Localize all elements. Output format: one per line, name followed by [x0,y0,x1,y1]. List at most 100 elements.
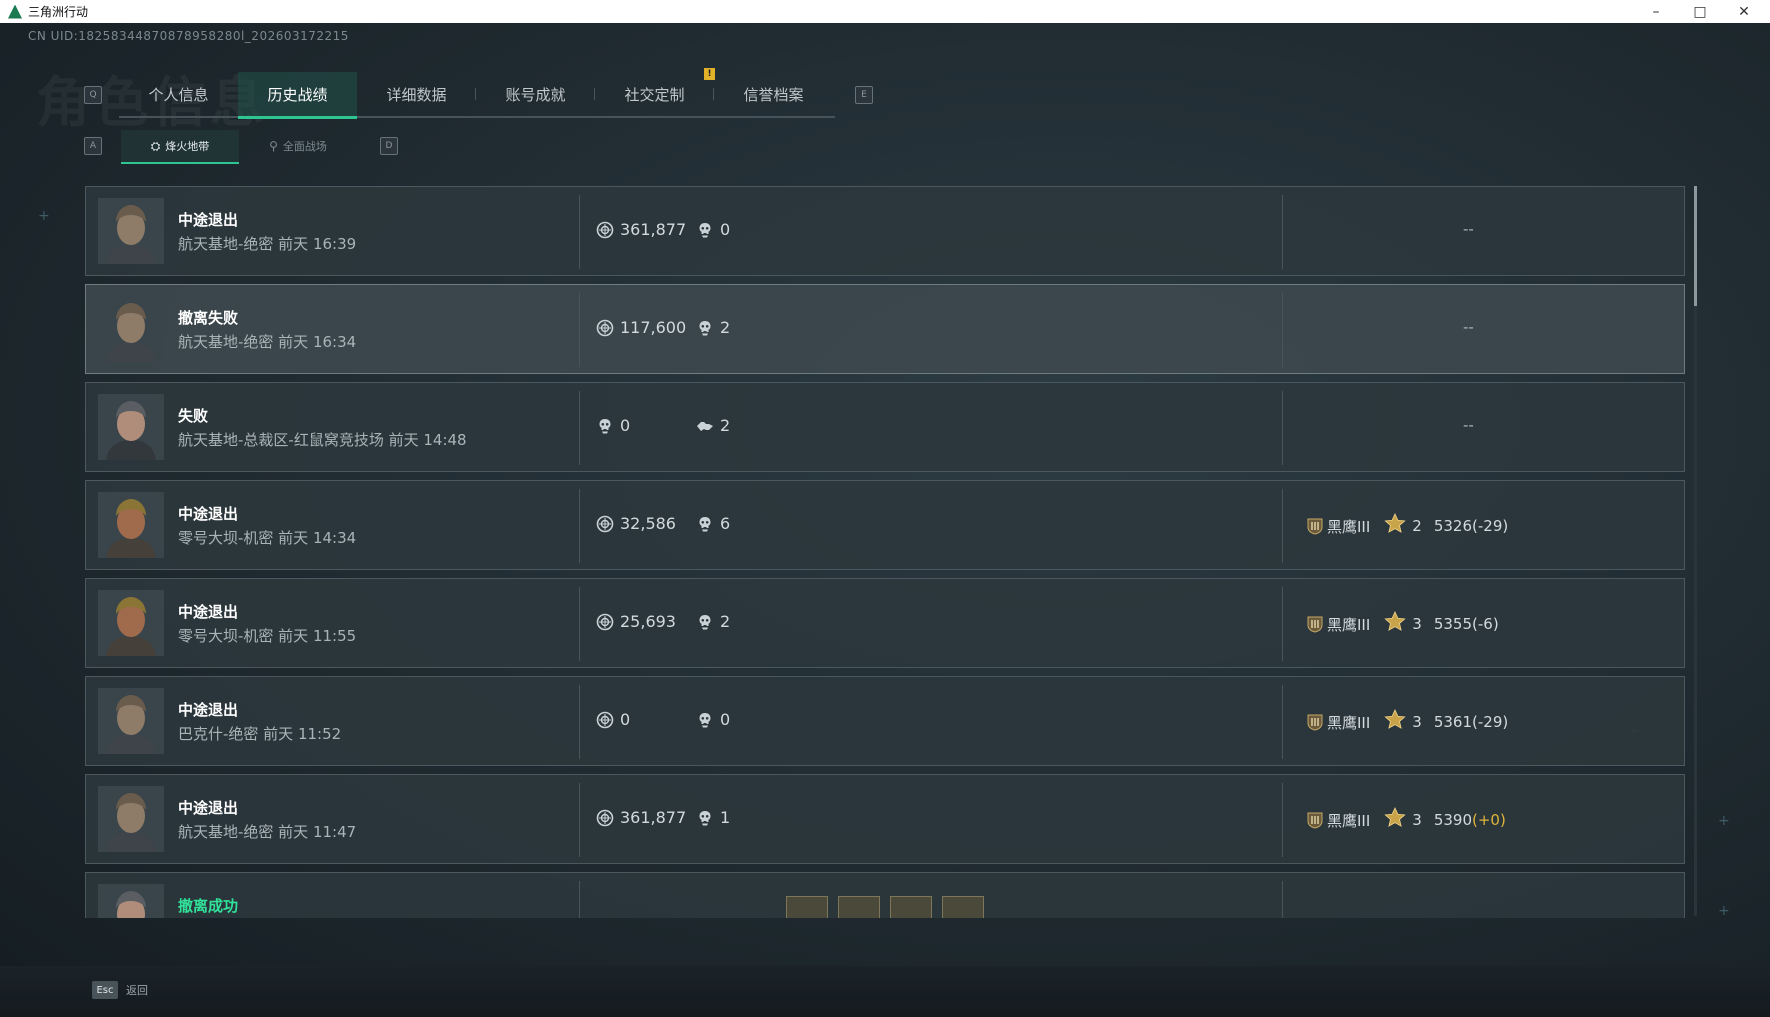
tab-4[interactable]: 社交定制 [595,72,714,116]
minimize-button[interactable]: – [1634,0,1678,23]
operator-avatar [98,688,164,754]
match-record-row[interactable]: 撤离失败 航天基地-绝密 前天 16:34 117,600 2 -- [85,284,1685,374]
rank-stars-count: 3 [1412,713,1422,731]
rank-stars-count: 3 [1412,811,1422,829]
kill-icon [699,810,711,825]
stat-primary-value: 117,600 [620,318,687,337]
stat-primary: 32,586 [596,514,676,533]
reward-badge-icon [838,896,880,918]
back-button[interactable]: Esc 返回 [92,977,148,1003]
column-divider [579,587,580,661]
rank-score: 5326 [1433,517,1473,535]
match-history-list[interactable]: 中途退出 航天基地-绝密 前天 16:39 361,877 0 -- 撤离失败航天基地-绝… [85,186,1685,918]
rank-score: 5390 [1433,811,1473,829]
next-subtab-key-hint[interactable]: D [380,137,398,155]
rank-empty: -- [1463,220,1474,238]
rank-score: 5355 [1433,615,1473,633]
prev-subtab-key-hint[interactable]: A [84,137,102,155]
match-record-row[interactable]: 撤离成功 [85,872,1685,918]
kill-icon [699,712,711,727]
subtab-1[interactable]: ⚲ 全面战场 [239,130,357,162]
rank-info: 黑鹰III 3 5361 (-29) [1305,709,1508,735]
rank-score-delta: (-6) [1472,615,1499,633]
rank-name: 黑鹰III [1327,713,1371,732]
column-divider [579,881,580,918]
match-result: 中途退出 [178,701,239,719]
battlefield-icon: ⚲ [269,139,278,153]
stat-primary: 361,877 [596,220,686,239]
next-tab-key-hint[interactable]: E [855,86,873,104]
prev-tab-key-hint[interactable]: Q [84,86,102,104]
rank-score: 5361 [1433,713,1473,731]
crosshair-icon: + [1718,813,1730,829]
tab-1[interactable]: 历史战绩 [238,72,357,119]
column-divider [579,195,580,269]
tab-label: 历史战绩 [267,85,328,104]
column-divider [1282,391,1283,465]
stat-primary-value: 0 [620,416,631,435]
coin-icon [596,319,614,336]
rank-name: 黑鹰III [1327,517,1371,536]
operator-avatar [98,590,164,656]
column-divider [579,293,580,367]
tab-5[interactable]: 信誉档案 [714,72,833,116]
tab-label: 信誉档案 [743,85,804,104]
match-record-row[interactable]: 中途退出 巴克什-绝密 前天 11:52 0 0 黑鹰III 3 5361 (-29) [85,676,1685,766]
map-and-time: 零号大坝-机密 前天 11:55 [178,627,357,645]
stat-secondary-value: 2 [720,416,731,435]
rank-empty: -- [1463,318,1474,336]
match-record-row[interactable]: 中途退出 航天基地-绝密 前天 11:47 361,877 1 黑鹰III 3 5390 (+… [85,774,1685,864]
rank-stars-count: 3 [1412,615,1422,633]
tab-label: 详细数据 [386,85,447,104]
match-result: 失败 [178,407,209,425]
column-divider [579,685,580,759]
reward-badge-icon [786,896,828,918]
reward-badge-icon [942,896,984,918]
column-divider [1282,489,1283,563]
tab-2[interactable]: 详细数据 [357,72,476,116]
rank-name: 黑鹰III [1327,615,1371,634]
subtab-label: 全面战场 [282,140,327,153]
stat-primary-value: 0 [620,710,631,729]
match-result: 撤离失败 [178,309,239,327]
map-and-time: 航天基地-绝密 前天 11:47 [178,823,357,841]
mode-subtabs: ⛭ 烽火地带 ⚲ 全面战场 [121,130,357,164]
operator-avatar [98,296,164,362]
stat-primary-value: 361,877 [620,220,687,239]
match-record-row[interactable]: 中途退出 零号大坝-机密 前天 14:34 32,586 6 黑鹰III 2 5326 (-2… [85,480,1685,570]
rank-star-icon [1384,807,1406,833]
map-and-time: 零号大坝-机密 前天 14:34 [178,529,357,547]
rank-score-delta: (-29) [1472,517,1509,535]
column-divider [1282,685,1283,759]
esc-key-icon: Esc [92,981,118,999]
tab-0[interactable]: 个人信息 [119,72,238,116]
column-divider [1282,881,1283,918]
rank-info: 黑鹰III 3 5355 (-6) [1305,611,1499,637]
map-and-time: 航天基地-绝密 前天 16:39 [178,235,357,253]
close-button[interactable]: ✕ [1722,0,1766,23]
stat-primary: 361,877 [596,808,686,827]
kill-icon [699,614,711,629]
stat-secondary: 2 [696,318,730,337]
hazard-zone-icon: ⛭ [150,138,161,153]
stat-secondary: 0 [696,220,730,239]
rank-medal-icon [1307,616,1323,633]
window-title: 三角洲行动 [28,5,89,19]
subtab-0[interactable]: ⛭ 烽火地带 [121,130,239,164]
match-record-row[interactable]: 失败 航天基地-总裁区-红鼠窝竞技场 前天 14:48 0 2 -- [85,382,1685,472]
match-record-row[interactable]: 中途退出 零号大坝-机密 前天 11:55 25,693 2 黑鹰III 3 5355 (-6… [85,578,1685,668]
tab-3[interactable]: 账号成就 [476,72,595,116]
footer-bar [0,966,1770,1017]
match-result: 中途退出 [178,603,239,621]
coin-icon [596,515,614,532]
assist-icon [697,421,713,431]
scrollbar-thumb[interactable] [1694,186,1697,306]
rank-name: 黑鹰III [1327,811,1371,830]
maximize-button[interactable]: □ [1678,0,1722,23]
stat-primary-value: 32,586 [620,514,676,533]
subtab-label: 烽火地带 [165,140,210,153]
match-record-row[interactable]: 中途退出 航天基地-绝密 前天 16:39 361,877 0 -- [85,186,1685,276]
rank-info: 黑鹰III 3 5390 (+0) [1305,807,1506,833]
kill-icon [699,320,711,335]
operator-avatar [98,198,164,264]
